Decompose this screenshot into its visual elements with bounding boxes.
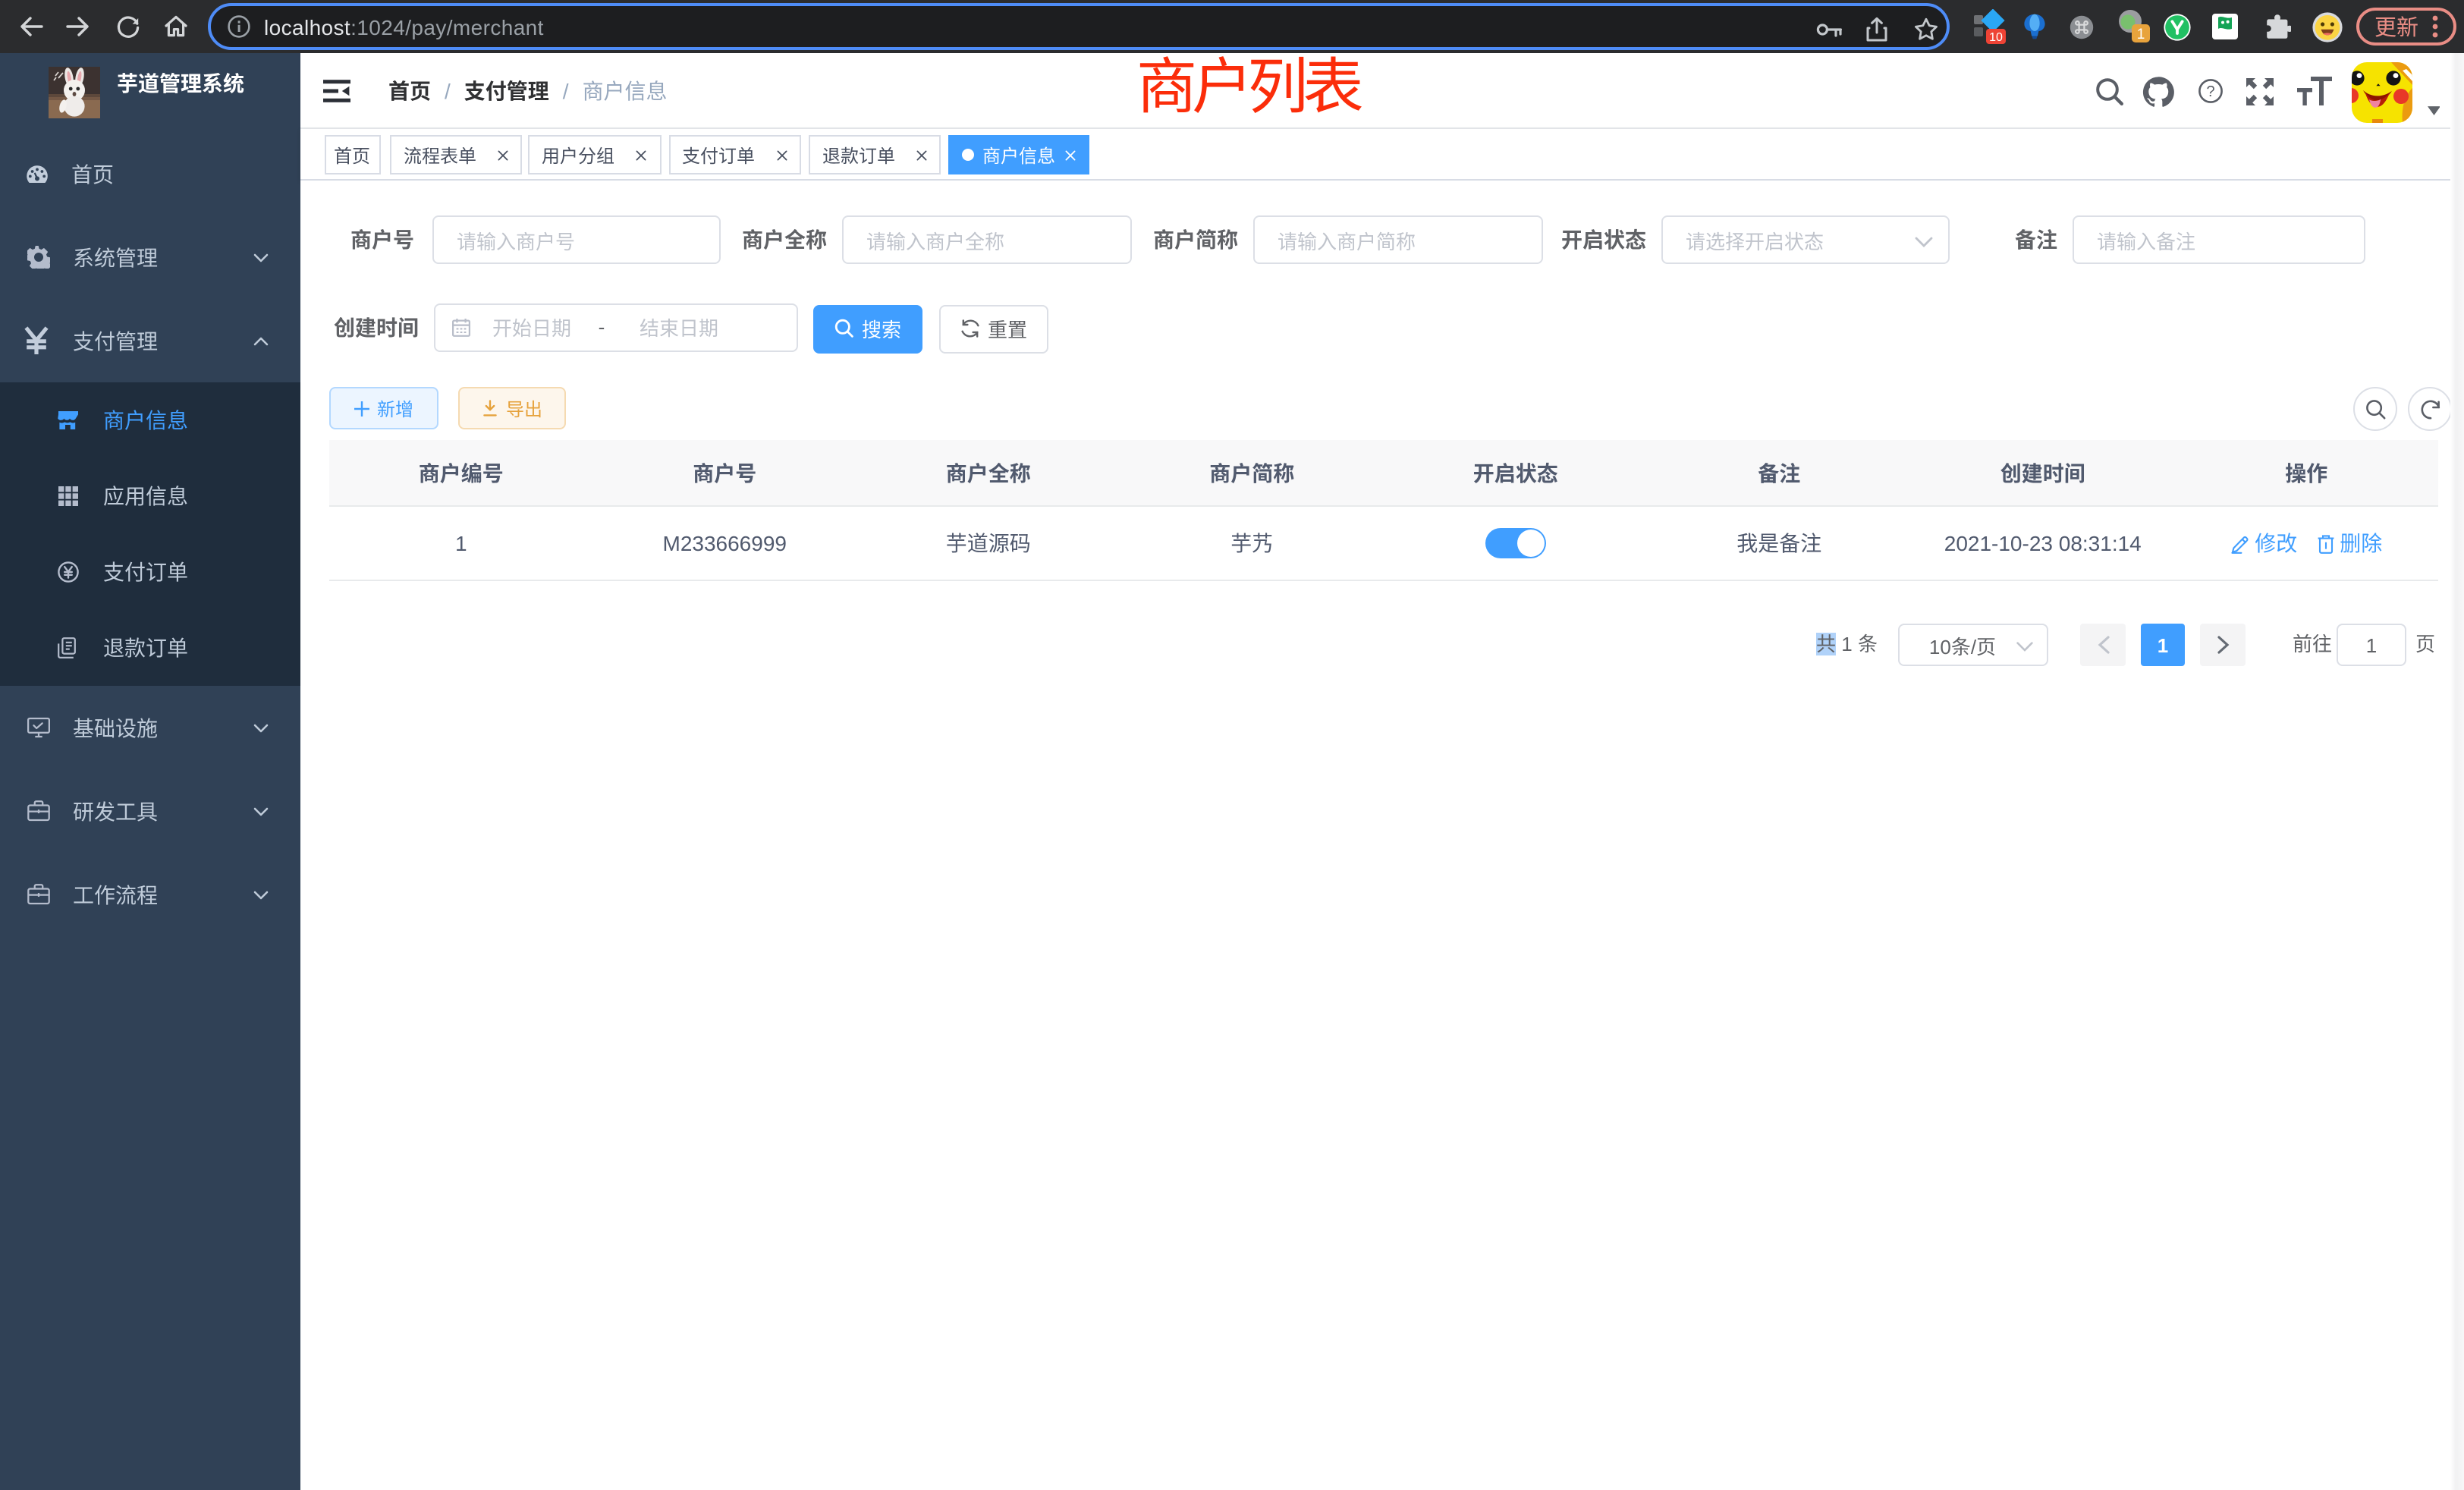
svg-text:10: 10 <box>1989 30 2003 43</box>
svg-text:1: 1 <box>2136 27 2145 42</box>
svg-text:?: ? <box>2205 83 2214 100</box>
